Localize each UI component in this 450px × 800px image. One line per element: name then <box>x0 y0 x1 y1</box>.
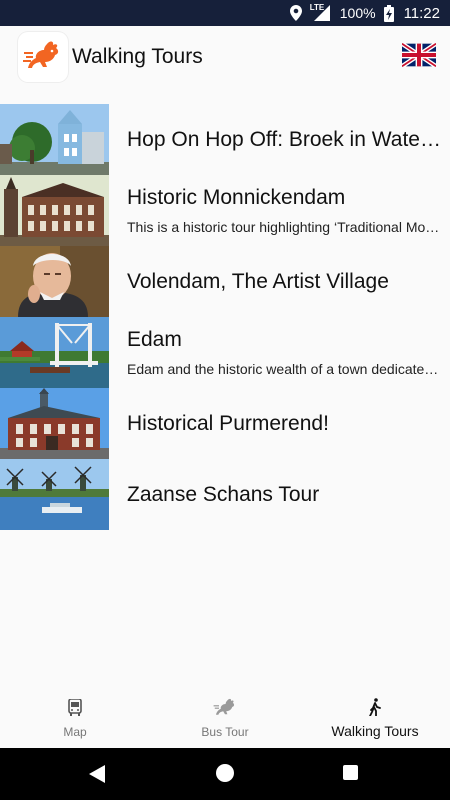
nav-label-bus-tour: Bus Tour <box>201 725 249 739</box>
tour-thumbnail <box>0 175 109 246</box>
tour-item-monnickendam[interactable]: Historic Monnickendam This is a historic… <box>0 175 450 246</box>
app-bar: Walking Tours <box>0 26 450 88</box>
tour-thumbnail <box>0 459 109 530</box>
page-title: Walking Tours <box>72 45 203 68</box>
recent-apps-icon[interactable] <box>343 765 358 780</box>
tour-item-broek[interactable]: Hop On Hop Off: Broek in Waterland <box>0 104 450 175</box>
tour-thumbnail <box>0 104 109 175</box>
tour-title: Historic Monnickendam <box>127 186 346 209</box>
battery-charging-icon <box>383 4 394 22</box>
battery-percent: 100% <box>339 5 376 21</box>
tour-item-edam[interactable]: Edam Edam and the historic wealth of a t… <box>0 317 450 388</box>
rabbit-logo-icon <box>23 41 59 68</box>
nav-label-map: Map <box>63 725 87 739</box>
tour-title: Hop On Hop Off: Broek in Waterland <box>127 127 446 151</box>
tour-thumbnail <box>0 388 109 459</box>
bottom-navigation: Map Bus Tour Walking Tours <box>0 688 450 748</box>
uk-flag-icon[interactable] <box>400 41 438 69</box>
tour-title: Historical Purmerend! <box>127 411 329 435</box>
walking-person-icon <box>369 698 381 716</box>
system-navigation-bar <box>0 748 450 800</box>
back-icon[interactable] <box>89 765 105 788</box>
nav-item-map[interactable]: Map <box>0 688 150 748</box>
tour-title: Zaanse Schans Tour <box>127 482 320 506</box>
tour-description: This is a historic tour highlighting ‘Tr… <box>127 219 446 235</box>
network-label: LTE <box>309 3 325 12</box>
tour-title: Volendam, The Artist Village <box>127 269 389 293</box>
tour-thumbnail <box>0 246 109 317</box>
tour-item-purmerend[interactable]: Historical Purmerend! <box>0 388 450 459</box>
rabbit-icon <box>213 698 237 716</box>
location-icon <box>289 5 302 21</box>
status-bar: LTE 100% 11:22 <box>0 0 450 26</box>
home-icon[interactable] <box>216 764 234 782</box>
tour-description: Edam and the historic wealth of a town d… <box>127 361 446 377</box>
tour-title: Edam <box>127 328 182 351</box>
bus-icon <box>68 698 82 716</box>
tour-list: Hop On Hop Off: Broek in Waterland Histo… <box>0 104 450 530</box>
app-logo <box>18 32 68 82</box>
signal-icon: LTE <box>309 3 332 21</box>
tour-item-volendam[interactable]: Volendam, The Artist Village <box>0 246 450 317</box>
nav-item-walking-tours[interactable]: Walking Tours <box>300 688 450 748</box>
clock: 11:22 <box>403 4 440 22</box>
nav-label-walking-tours: Walking Tours <box>331 723 419 739</box>
nav-item-bus-tour[interactable]: Bus Tour <box>150 688 300 748</box>
tour-thumbnail <box>0 317 109 388</box>
tour-item-zaanse-schans[interactable]: Zaanse Schans Tour <box>0 459 450 530</box>
